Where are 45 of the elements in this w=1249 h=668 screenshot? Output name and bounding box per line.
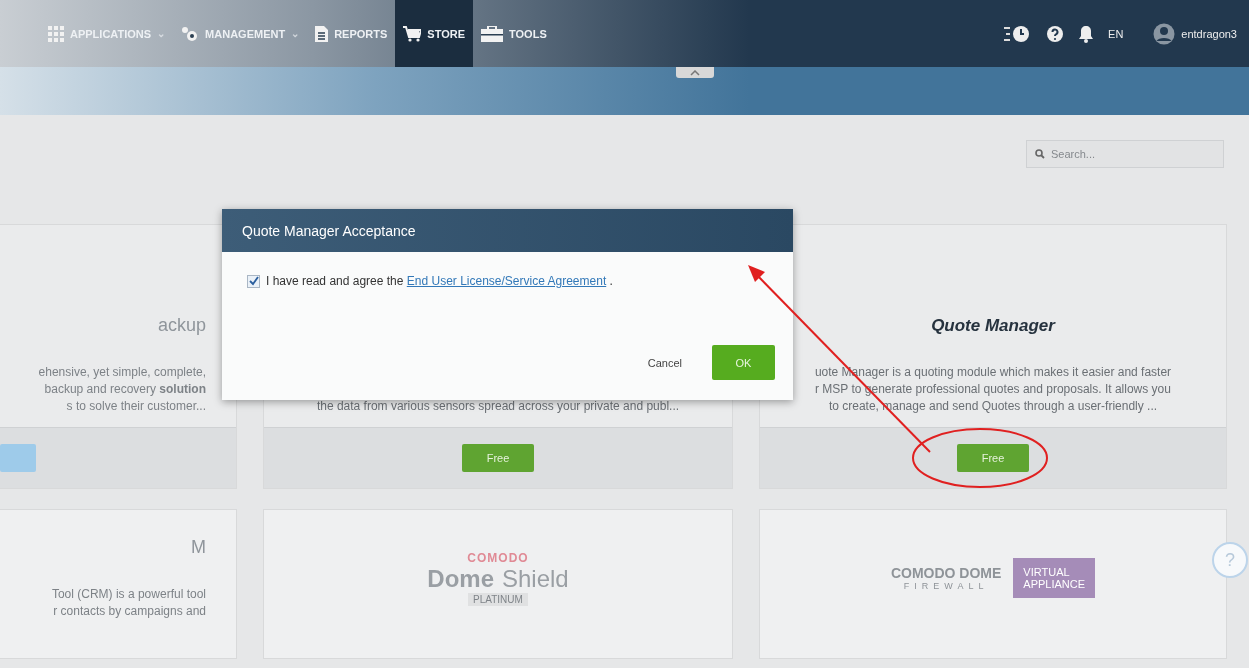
card-description: the data from various sensors spread across your private and publ... <box>316 398 680 415</box>
card-title: M <box>191 536 206 558</box>
card-title: Quote Manager <box>931 316 1055 336</box>
free-button[interactable]: Free <box>957 444 1029 472</box>
user-menu[interactable]: entdragon3 <box>1153 22 1237 45</box>
logo-badge: VIRTUAL APPLIANCE <box>1013 558 1096 598</box>
nav-menu-item[interactable]: APPLICATIONS ⌄ <box>40 0 174 67</box>
logo-word: Shield <box>502 564 569 593</box>
language-selector[interactable]: EN <box>1108 27 1124 40</box>
search-field[interactable]: Search... <box>1026 140 1224 168</box>
dialog-title: Quote Manager Acceptance <box>242 222 416 239</box>
nav-menu-item[interactable]: STORE <box>395 0 474 67</box>
free-button[interactable]: Free <box>462 444 534 472</box>
help-icon[interactable] <box>1046 24 1065 43</box>
grid-icon <box>48 25 64 42</box>
search-icon <box>1035 149 1045 159</box>
help-button[interactable]: ? <box>1212 542 1248 578</box>
logo-subtitle: FIREWALL <box>903 581 989 591</box>
toolbox-icon <box>481 25 504 42</box>
collapse-tab[interactable] <box>675 67 714 78</box>
nav-menu-item[interactable]: TOOLS <box>473 0 555 67</box>
ok-button[interactable]: OK <box>712 345 775 380</box>
logo-tier: PLATINUM <box>468 592 528 606</box>
user-avatar-icon <box>1153 22 1176 45</box>
nav-menu-item[interactable]: REPORTS <box>307 0 396 67</box>
cart-icon <box>403 25 422 42</box>
bell-icon[interactable] <box>1078 24 1095 43</box>
logo-brand: COMODO DOME <box>890 565 1002 581</box>
card-description: r contacts by campaigns and <box>52 602 206 620</box>
logo-brand: COMODO <box>467 550 529 565</box>
document-icon <box>315 25 329 42</box>
nav-menu-item[interactable]: MANAGEMENT ⌄ <box>173 0 308 67</box>
caret-icon: ⌄ <box>291 28 300 39</box>
card-description: backup and recovery solution <box>43 381 206 398</box>
agreement-link[interactable]: End User License/Service Agreement <box>406 274 607 288</box>
logo-word: Dome <box>427 564 494 593</box>
agree-checkbox[interactable] <box>247 274 260 288</box>
card-title: ackup <box>157 315 206 336</box>
caret-icon: ⌄ <box>157 28 166 39</box>
cancel-button[interactable]: Cancel <box>641 355 688 370</box>
card-description: ehensive, yet simple, complete, <box>38 364 206 381</box>
agreement-text: I have read and agree the End User License/Service Agreement . <box>266 274 613 288</box>
card-description: s to solve their customer... <box>65 398 206 415</box>
chevron-up-icon <box>689 69 700 76</box>
card-description: Tool (CRM) is a powerful tool <box>51 585 206 603</box>
